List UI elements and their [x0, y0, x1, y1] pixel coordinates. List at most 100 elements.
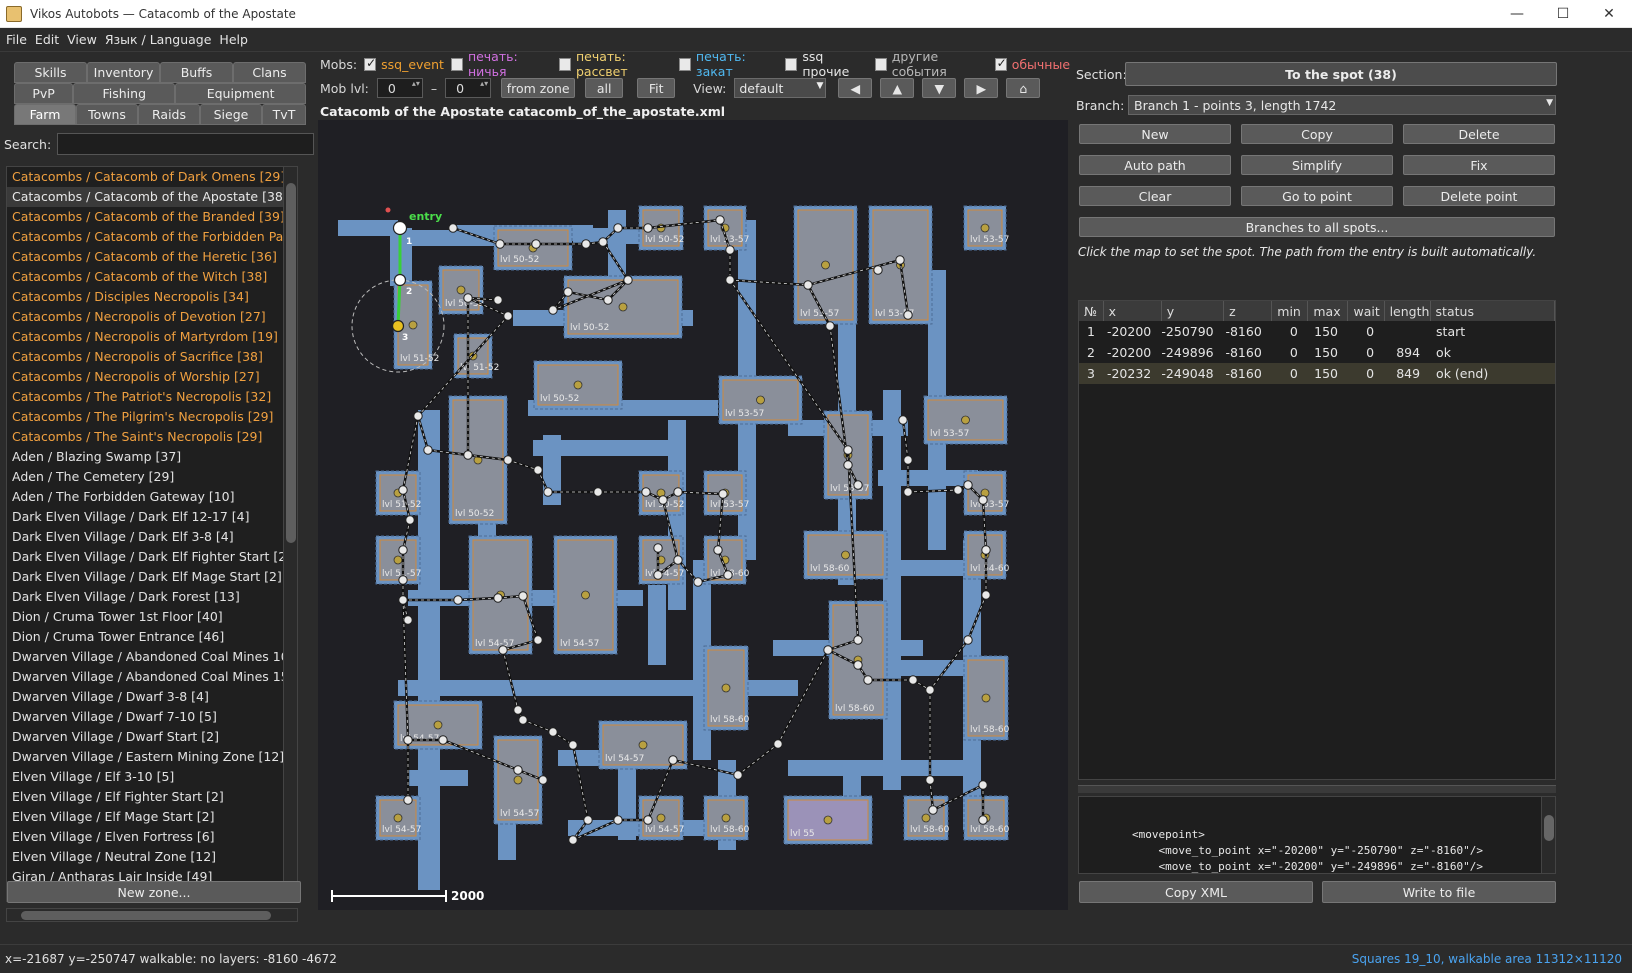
mob-filter-checkbox[interactable] — [364, 56, 376, 71]
mob-filter-checkbox[interactable] — [785, 57, 798, 71]
delete-branch-button[interactable]: Delete — [1403, 124, 1555, 144]
menu-language[interactable]: Язык / Language — [105, 32, 212, 47]
zone-list-item[interactable]: Catacombs / Catacomb of the Branded [39] — [7, 207, 297, 227]
zone-list-item[interactable]: Dark Elven Village / Dark Forest [13] — [7, 587, 297, 607]
zone-list-item[interactable]: Dark Elven Village / Dark Elf Mage Start… — [7, 567, 297, 587]
xml-scrollbar[interactable] — [1541, 797, 1555, 873]
close-button[interactable]: ✕ — [1586, 0, 1632, 28]
table-row[interactable]: 2 -20200 -249896 -8160 0 150 0 894 ok — [1079, 342, 1555, 363]
mob-filter-checkbox[interactable] — [994, 56, 1007, 71]
mob-filter-checkbox[interactable] — [450, 57, 463, 71]
mob-filter-label[interactable]: другие события — [892, 49, 988, 79]
zone-list-item[interactable]: Aden / The Forbidden Gateway [10] — [7, 487, 297, 507]
tab-inventory[interactable]: Inventory — [87, 62, 160, 83]
delete-point-button[interactable]: Delete point — [1403, 186, 1555, 206]
minimize-button[interactable]: — — [1494, 0, 1540, 28]
zone-list-item[interactable]: Catacombs / Necropolis of Worship [27] — [7, 367, 297, 387]
zone-list-item[interactable]: Catacombs / Catacomb of Dark Omens [29] — [7, 167, 297, 187]
column-header[interactable]: y — [1161, 301, 1225, 321]
zone-list-item[interactable]: Dark Elven Village / Dark Elf 12-17 [4] — [7, 507, 297, 527]
write-to-file-button[interactable]: Write to file — [1322, 881, 1556, 903]
pan-left-button[interactable]: ◀ — [838, 78, 873, 98]
xml-output[interactable]: <movepoint> <move_to_point x="-20200" y=… — [1078, 796, 1556, 874]
mob-filter-label[interactable]: печать: рассвет — [576, 49, 672, 79]
zone-list-hscrollbar[interactable] — [6, 908, 298, 922]
zone-list-item[interactable]: Dwarven Village / Dwarf Start [2] — [7, 727, 297, 747]
column-header[interactable]: status — [1430, 301, 1556, 321]
mob-filter-label[interactable]: ssq_event — [381, 57, 444, 72]
zone-list-item[interactable]: Dwarven Village / Abandoned Coal Mines 1… — [7, 667, 297, 687]
mob-filter-checkbox[interactable] — [678, 57, 691, 71]
column-header[interactable]: min — [1271, 301, 1309, 321]
branches-to-all-spots-button[interactable]: Branches to all spots... — [1079, 217, 1555, 237]
column-header[interactable]: max — [1307, 301, 1349, 321]
splitter-handle[interactable] — [1078, 785, 1556, 793]
search-input[interactable] — [57, 133, 314, 155]
tab-fishing[interactable]: Fishing — [73, 83, 176, 104]
tab-siege[interactable]: Siege — [200, 104, 262, 125]
tab-equipment[interactable]: Equipment — [175, 83, 306, 104]
tab-pvp[interactable]: PvP — [14, 83, 74, 104]
zone-list-item[interactable]: Dark Elven Village / Dark Elf 3-8 [4] — [7, 527, 297, 547]
dungeon-map[interactable]: lvl 50-52 lvl 50-52 lvl 53-57 lvl 53-57 lvl … — [318, 120, 1068, 910]
zone-list-item[interactable]: Dwarven Village / Abandoned Coal Mines 1… — [7, 647, 297, 667]
table-row[interactable]: 1 -20200 -250790 -8160 0 150 0 start — [1079, 321, 1555, 342]
zone-list[interactable]: Catacombs / Catacomb of Dark Omens [29] C… — [6, 166, 298, 902]
copy-branch-button[interactable]: Copy — [1241, 124, 1393, 144]
zone-list-item[interactable]: Dion / Cruma Tower 1st Floor [40] — [7, 607, 297, 627]
menu-file[interactable]: File — [6, 32, 27, 47]
zone-list-item[interactable]: Dwarven Village / Dwarf 3-8 [4] — [7, 687, 297, 707]
zone-list-item[interactable]: Catacombs / Catacomb of the Witch [38] — [7, 267, 297, 287]
pan-down-button[interactable]: ▼ — [922, 78, 957, 98]
zone-list-item[interactable]: Elven Village / Elven Fortress [6] — [7, 827, 297, 847]
pan-up-button[interactable]: ▲ — [880, 78, 915, 98]
fix-button[interactable]: Fix — [1403, 155, 1555, 175]
auto-path-button[interactable]: Auto path — [1079, 155, 1231, 175]
zone-list-item[interactable]: Dark Elven Village / Dark Elf Fighter St… — [7, 547, 297, 567]
zone-list-item[interactable]: Catacombs / Catacomb of the Heretic [36] — [7, 247, 297, 267]
tab-towns[interactable]: Towns — [76, 104, 138, 125]
column-header[interactable]: x — [1103, 301, 1162, 321]
home-button[interactable]: ⌂ — [1006, 78, 1041, 98]
zone-list-item[interactable]: Dwarven Village / Dwarf 7-10 [5] — [7, 707, 297, 727]
column-header[interactable]: length — [1384, 301, 1431, 321]
zone-list-item[interactable]: Catacombs / The Pilgrim's Necropolis [29… — [7, 407, 297, 427]
zone-list-item[interactable]: Catacombs / The Saint's Necropolis [29] — [7, 427, 297, 447]
mob-lvl-max-spinner[interactable]: 0 — [445, 78, 492, 98]
mob-filter-checkbox[interactable] — [558, 57, 571, 71]
map-canvas[interactable]: lvl 50-52 lvl 50-52 lvl 53-57 lvl 53-57 lvl … — [318, 120, 1068, 910]
fit-button[interactable]: Fit — [637, 78, 676, 98]
zone-list-item[interactable]: Elven Village / Elf Mage Start [2] — [7, 807, 297, 827]
tab-skills[interactable]: Skills — [14, 62, 87, 83]
mob-filter-label[interactable]: печать: ничья — [468, 49, 552, 79]
tab-tvt[interactable]: TvT — [262, 104, 306, 125]
column-header[interactable]: wait — [1347, 301, 1385, 321]
zone-list-scrollbar[interactable] — [283, 167, 297, 901]
zone-list-item[interactable]: Catacombs / Disciples Necropolis [34] — [7, 287, 297, 307]
hscroll-thumb[interactable] — [21, 911, 271, 920]
new-zone-button[interactable]: New zone... — [7, 881, 301, 903]
tab-raids[interactable]: Raids — [138, 104, 200, 125]
zone-list-item[interactable]: Aden / Blazing Swamp [37] — [7, 447, 297, 467]
mob-filter-label[interactable]: обычные — [1012, 57, 1070, 72]
clear-button[interactable]: Clear — [1079, 186, 1231, 206]
column-header[interactable]: z — [1223, 301, 1273, 321]
simplify-button[interactable]: Simplify — [1241, 155, 1393, 175]
zone-list-item[interactable]: Catacombs / Necropolis of Devotion [27] — [7, 307, 297, 327]
tab-farm[interactable]: Farm — [14, 104, 76, 125]
tab-buffs[interactable]: Buffs — [160, 62, 233, 83]
zone-list-item[interactable]: Catacombs / Catacomb of the Apostate [38… — [7, 187, 297, 207]
zone-list-item[interactable]: Catacombs / Necropolis of Sacrifice [38] — [7, 347, 297, 367]
branch-select[interactable]: Branch 1 - points 3, length 1742 ▼ — [1128, 95, 1556, 115]
table-row[interactable]: 3 -20232 -249048 -8160 0 150 0 849 ok (end) — [1079, 363, 1555, 384]
zone-list-item[interactable]: Catacombs / Necropolis of Martyrdom [19] — [7, 327, 297, 347]
mob-filter-label[interactable]: печать: закат — [696, 49, 778, 79]
go-to-point-button[interactable]: Go to point — [1241, 186, 1393, 206]
mob-lvl-min-spinner[interactable]: 0 — [376, 78, 423, 98]
all-button[interactable]: all — [585, 78, 624, 98]
mob-filter-checkbox[interactable] — [874, 57, 887, 71]
menu-help[interactable]: Help — [219, 32, 248, 47]
copy-xml-button[interactable]: Copy XML — [1079, 881, 1313, 903]
new-branch-button[interactable]: New — [1079, 124, 1231, 144]
view-select[interactable]: default ▼ — [734, 78, 827, 98]
